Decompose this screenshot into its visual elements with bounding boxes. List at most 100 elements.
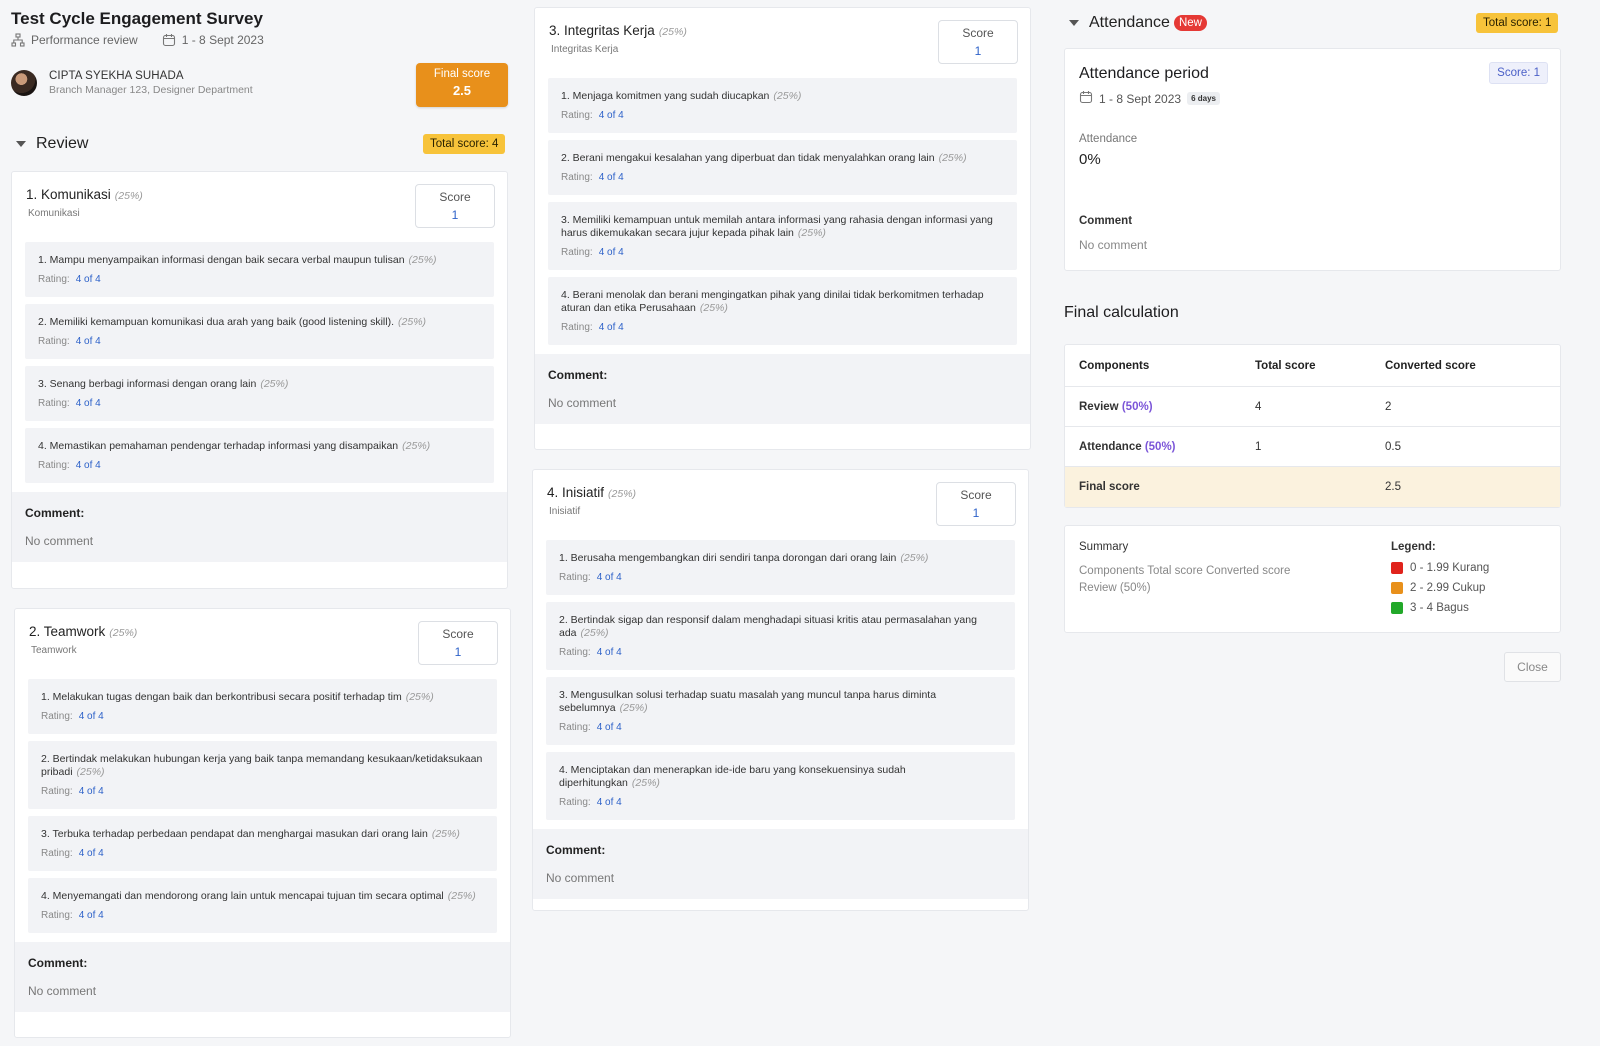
table-header-cell: Components [1079, 359, 1150, 372]
summary-line: Review (50%) [1079, 581, 1151, 594]
rating-label: Rating: [559, 572, 591, 583]
review-card-inisiatif: 4. Inisiatif (25%) Inisiatif Score 1 1. Be… [532, 469, 1029, 911]
question-text: 1. Melakukan tugas dengan baik dan berko… [41, 691, 402, 703]
question-weight: (25%) [699, 302, 728, 314]
card-weight: (25%) [114, 190, 143, 202]
table-row: Attendance (50%) 1 0.5 [1065, 427, 1560, 467]
list-item: 1. Berusaha mengembangkan diri sendiri t… [546, 540, 1015, 595]
caret-down-icon [1069, 20, 1079, 26]
question-weight: (25%) [398, 316, 427, 328]
card-title: 3. Integritas Kerja [549, 23, 655, 38]
legend-title: Legend: [1391, 541, 1436, 553]
list-item: 3. Mengusulkan solusi terhadap suatu mas… [546, 677, 1015, 745]
legend-item: 3 - 4 Bagus [1391, 598, 1489, 618]
list-item: 3. Memiliki kemampuan untuk memilah anta… [548, 202, 1017, 270]
legend-swatch-orange [1391, 582, 1403, 594]
rating-value: 4 of 4 [598, 110, 624, 121]
list-item: 3. Senang berbagi informasi dengan orang… [25, 366, 494, 421]
summary-line: Components Total score Converted score [1079, 565, 1291, 577]
card-comment: Comment: No comment [533, 829, 1028, 899]
card-score-box: Score 1 [415, 184, 495, 228]
table-header-cell: Converted score [1385, 359, 1476, 372]
card-weight: (25%) [608, 488, 637, 500]
page-title: Test Cycle Engagement Survey [11, 9, 263, 28]
attendance-comment-label: Comment [1079, 215, 1133, 227]
card-title: 2. Teamwork [29, 624, 106, 639]
days-badge: 6 days [1187, 92, 1220, 105]
rating-label: Rating: [38, 336, 70, 347]
question-weight: (25%) [408, 254, 437, 266]
user-role: Branch Manager 123, Designer Department [49, 84, 253, 96]
rating-value: 4 of 4 [75, 398, 101, 409]
new-badge: New [1173, 15, 1207, 31]
rating-label: Rating: [38, 274, 70, 285]
question-text: 1. Menjaga komitmen yang sudah diucapkan [561, 90, 770, 102]
question-weight: (25%) [431, 828, 460, 840]
question-text: 1. Mampu menyampaikan informasi dengan b… [38, 254, 405, 266]
rating-label: Rating: [561, 110, 593, 121]
comment-value: No comment [25, 534, 94, 548]
score-value: 1 [454, 645, 462, 659]
attendance-dates: 1 - 8 Sept 2023 6 days [1079, 90, 1220, 107]
rating-label: Rating: [561, 247, 593, 258]
calendar-icon [162, 33, 176, 47]
table-header-cell: Total score [1255, 359, 1316, 372]
question-weight: (25%) [260, 378, 289, 390]
rating-value: 4 of 4 [596, 572, 622, 583]
question-text: 3. Terbuka terhadap perbedaan pendapat d… [41, 828, 428, 840]
rating-value: 4 of 4 [596, 722, 622, 733]
score-label: Score [439, 190, 471, 204]
rating-value: 4 of 4 [598, 247, 624, 258]
list-item: 2. Bertindak melakukan hubungan kerja ya… [28, 741, 497, 809]
card-score-box: Score 1 [936, 482, 1016, 526]
final-score-row: Final score 2.5 [1065, 467, 1560, 507]
list-item: 3. Terbuka terhadap perbedaan pendapat d… [28, 816, 497, 871]
card-weight: (25%) [109, 627, 138, 639]
review-card-komunikasi: 1. Komunikasi (25%) Komunikasi Score 1 1. … [11, 171, 508, 589]
review-type: Performance review [31, 33, 138, 47]
comment-value: No comment [548, 396, 617, 410]
review-section-title: Review [36, 135, 89, 152]
question-text: 4. Berani menolak dan berani mengingatka… [561, 289, 984, 314]
attendance-label: Attendance [1079, 133, 1138, 145]
org-chart-icon [11, 33, 25, 47]
rating-label: Rating: [559, 797, 591, 808]
review-section-toggle[interactable]: Review [16, 135, 88, 153]
rating-label: Rating: [561, 172, 593, 183]
legend-item: 0 - 1.99 Kurang [1391, 558, 1489, 578]
card-weight: (25%) [658, 26, 687, 38]
question-text: 1. Berusaha mengembangkan diri sendiri t… [559, 552, 897, 564]
legend-swatch-green [1391, 602, 1403, 614]
question-weight: (25%) [619, 702, 648, 714]
summary-card: Summary Components Total score Converted… [1064, 525, 1561, 633]
final-score-row-label: Final score [1079, 481, 1140, 493]
rating-value: 4 of 4 [78, 910, 104, 921]
legend-label: 0 - 1.99 Kurang [1410, 562, 1490, 574]
component-weight: (50%) [1144, 440, 1176, 453]
question-weight: (25%) [76, 766, 105, 778]
rating-value: 4 of 4 [78, 848, 104, 859]
question-text: 3. Senang berbagi informasi dengan orang… [38, 378, 257, 390]
legend-label: 2 - 2.99 Cukup [1410, 582, 1486, 594]
question-text: 4. Menyemangati dan mendorong orang lain… [41, 890, 444, 902]
attendance-section-toggle[interactable]: Attendance New [1069, 14, 1207, 32]
question-text: 2. Memiliki kemampuan komunikasi dua ara… [38, 316, 395, 328]
table-row: Review (50%) 4 2 [1065, 387, 1560, 427]
total-score-cell: 1 [1255, 440, 1262, 453]
final-calculation-title: Final calculation [1064, 304, 1179, 321]
question-text: 4. Memastikan pemahaman pendengar terhad… [38, 440, 399, 452]
legend-label: 3 - 4 Bagus [1410, 602, 1469, 614]
question-text: 3. Mengusulkan solusi terhadap suatu mas… [559, 689, 937, 714]
score-value: 1 [974, 44, 982, 58]
attendance-section-title: Attendance [1089, 14, 1170, 31]
review-period: 1 - 8 Sept 2023 [181, 33, 264, 47]
card-comment: Comment: No comment [535, 354, 1030, 424]
list-item: 4. Menciptakan dan menerapkan ide-ide ba… [546, 752, 1015, 820]
final-calculation-table: Components Total score Converted score R… [1064, 344, 1561, 508]
rating-label: Rating: [561, 322, 593, 333]
list-item: 4. Memastikan pemahaman pendengar terhad… [25, 428, 494, 483]
question-text: 2. Bertindak sigap dan responsif dalam m… [559, 614, 977, 639]
total-score-cell: 4 [1255, 400, 1262, 413]
score-label: Score [442, 627, 474, 641]
close-button[interactable]: Close [1504, 652, 1561, 682]
